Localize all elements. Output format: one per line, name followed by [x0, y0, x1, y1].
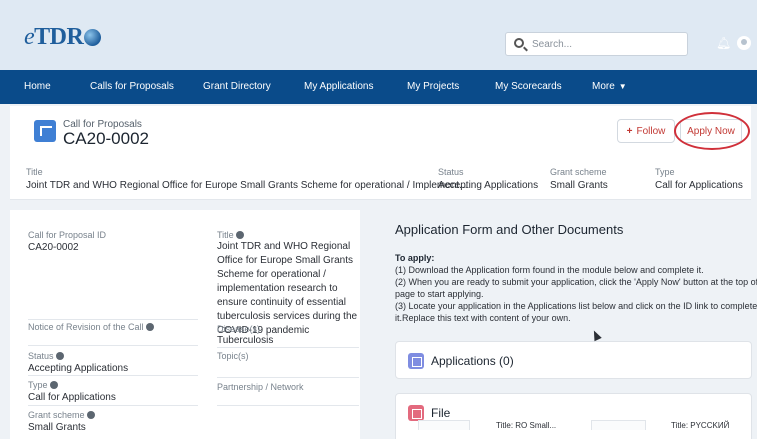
- divider: [28, 319, 198, 320]
- chevron-down-icon: ▼: [618, 82, 627, 91]
- divider: [28, 345, 198, 346]
- record-details: Call for Proposal ID CA20-0002 Title Joi…: [10, 210, 360, 439]
- nav-item-my-applications[interactable]: My Applications: [304, 81, 373, 92]
- plus-icon: +: [626, 126, 633, 137]
- to-apply-heading: To apply:: [395, 253, 435, 263]
- info-icon[interactable]: [49, 381, 58, 389]
- applications-title[interactable]: Applications (0): [431, 354, 514, 368]
- file-thumbnail[interactable]: [418, 420, 470, 430]
- file-caption[interactable]: Title: RO Small...: [496, 421, 556, 430]
- nav-item-my-scorecards[interactable]: My Scorecards: [495, 81, 562, 92]
- applications-card: Applications (0): [395, 341, 752, 379]
- user-avatar-icon[interactable]: [737, 36, 751, 50]
- nav-item-home[interactable]: Home: [24, 81, 51, 92]
- topics-label: Topic(s): [217, 351, 249, 361]
- highlight-type-label: Type: [655, 167, 675, 177]
- instruction-line: page to start applying.: [395, 289, 484, 299]
- file-title: File: [431, 406, 451, 420]
- notice-label: Notice of Revision of the Call: [28, 322, 154, 332]
- highlight-title-label: Title: [26, 167, 43, 177]
- divider: [217, 347, 359, 348]
- highlight-scheme-value: Small Grants: [550, 180, 608, 191]
- scheme-value: Small Grants: [28, 422, 86, 433]
- file-caption[interactable]: Title: PYCCKИЙ: [671, 421, 729, 430]
- globe-logo-icon: [84, 29, 102, 46]
- title-label: Title: [217, 230, 244, 240]
- file-thumbnail[interactable]: [591, 420, 646, 430]
- file-card: File Title: RO Small... Title: PYCCKИЙ: [395, 393, 752, 439]
- divider: [28, 375, 198, 376]
- nav-item-my-projects[interactable]: My Projects: [407, 81, 459, 92]
- follow-button[interactable]: + Follow: [617, 119, 675, 143]
- record-header: Call for Proposals CA20-0002 + Follow App…: [10, 106, 751, 200]
- file-icon: [408, 405, 424, 421]
- divider: [217, 377, 359, 378]
- nav-item-calls-for-proposals[interactable]: Calls for Proposals: [90, 81, 174, 92]
- divider: [217, 405, 359, 406]
- divider: [28, 405, 198, 406]
- instruction-line: (3) Locate your application in the Appli…: [395, 301, 757, 311]
- instruction-line: (2) When you are ready to submit your ap…: [395, 277, 757, 287]
- instruction-line: it.Replace this text with content of you…: [395, 313, 571, 323]
- info-icon[interactable]: [86, 411, 95, 419]
- record-title: CA20-0002: [63, 129, 150, 148]
- section-title: Application Form and Other Documents: [395, 222, 624, 237]
- search-input[interactable]: Search...: [532, 39, 572, 50]
- info-icon[interactable]: [145, 323, 154, 331]
- partnership-label: Partnership / Network: [217, 382, 304, 392]
- call-id-value: CA20-0002: [28, 242, 79, 253]
- highlight-status-value: Accepting Applications: [438, 180, 539, 191]
- status-value: Accepting Applications: [28, 363, 129, 374]
- highlight-status-label: Status: [438, 167, 464, 177]
- disease-label: Disease(s): [217, 324, 261, 334]
- nav-bar: Home Calls for Proposals Grant Directory…: [0, 70, 757, 104]
- nav-item-more[interactable]: More ▼: [592, 81, 627, 92]
- search-icon: [514, 38, 524, 48]
- highlight-title-value: Joint TDR and WHO Regional Office for Eu…: [26, 180, 468, 191]
- global-search[interactable]: Search...: [505, 32, 688, 56]
- scheme-label: Grant scheme: [28, 410, 95, 420]
- instruction-line: (1) Download the Application form found …: [395, 265, 704, 275]
- app-logo[interactable]: eTDR: [24, 24, 102, 51]
- call-id-label: Call for Proposal ID: [28, 230, 107, 240]
- type-label: Type: [28, 380, 58, 390]
- documents-panel: Application Form and Other Documents To …: [380, 210, 757, 439]
- bell-icon[interactable]: 🔔︎: [716, 36, 731, 50]
- status-label: Status: [28, 351, 64, 361]
- disease-value: Tuberculosis: [217, 335, 274, 346]
- nav-item-grant-directory[interactable]: Grant Directory: [203, 81, 271, 92]
- type-value: Call for Applications: [28, 392, 116, 403]
- apply-now-highlight: [674, 112, 750, 150]
- highlight-scheme-label: Grant scheme: [550, 167, 607, 177]
- info-icon[interactable]: [235, 231, 244, 239]
- info-icon[interactable]: [55, 352, 64, 360]
- applications-icon: [408, 353, 424, 369]
- record-type-icon: [34, 120, 56, 142]
- global-header: eTDR Search... 🔔︎: [0, 0, 757, 70]
- highlight-type-value: Call for Applications: [655, 180, 743, 191]
